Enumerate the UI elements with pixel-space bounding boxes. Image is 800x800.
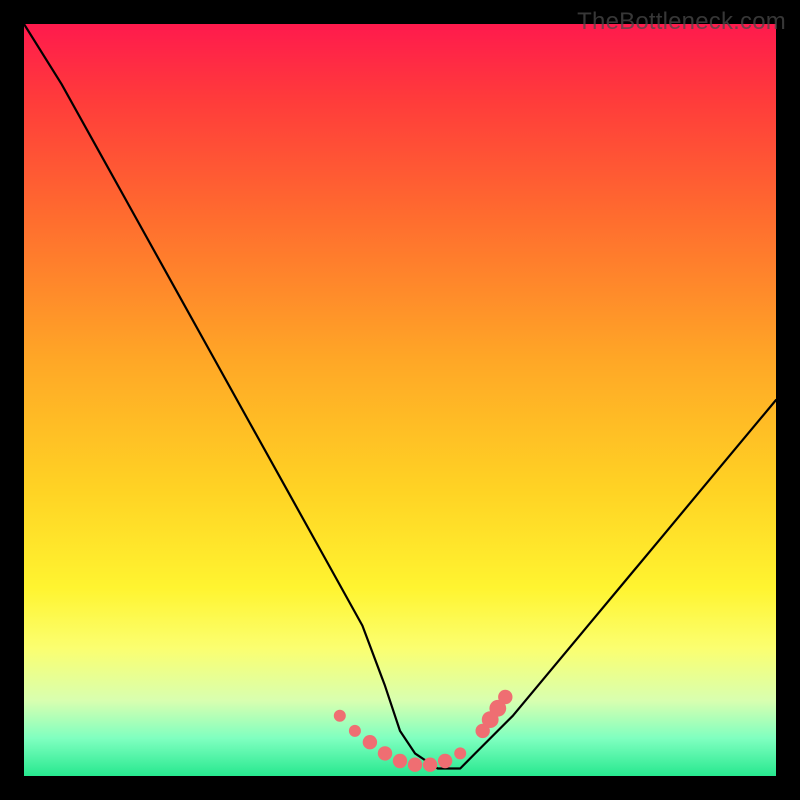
highlight-marker [482,711,499,728]
highlight-marker [334,710,346,722]
highlight-marker [393,754,407,768]
highlight-marker [363,735,377,749]
highlight-marker [378,746,392,760]
highlight-marker [476,724,490,738]
watermark-text: TheBottleneck.com [577,8,786,36]
chart-plot-area [24,24,776,776]
bottleneck-curve-path [24,24,776,769]
highlight-marker [489,700,506,717]
highlight-marker [349,725,361,737]
marker-group [334,690,513,772]
highlight-marker [498,690,512,704]
highlight-marker [423,758,437,772]
highlight-marker [454,747,466,759]
highlight-marker [438,754,452,768]
highlight-marker [408,758,422,772]
bottleneck-curve-svg [24,24,776,776]
